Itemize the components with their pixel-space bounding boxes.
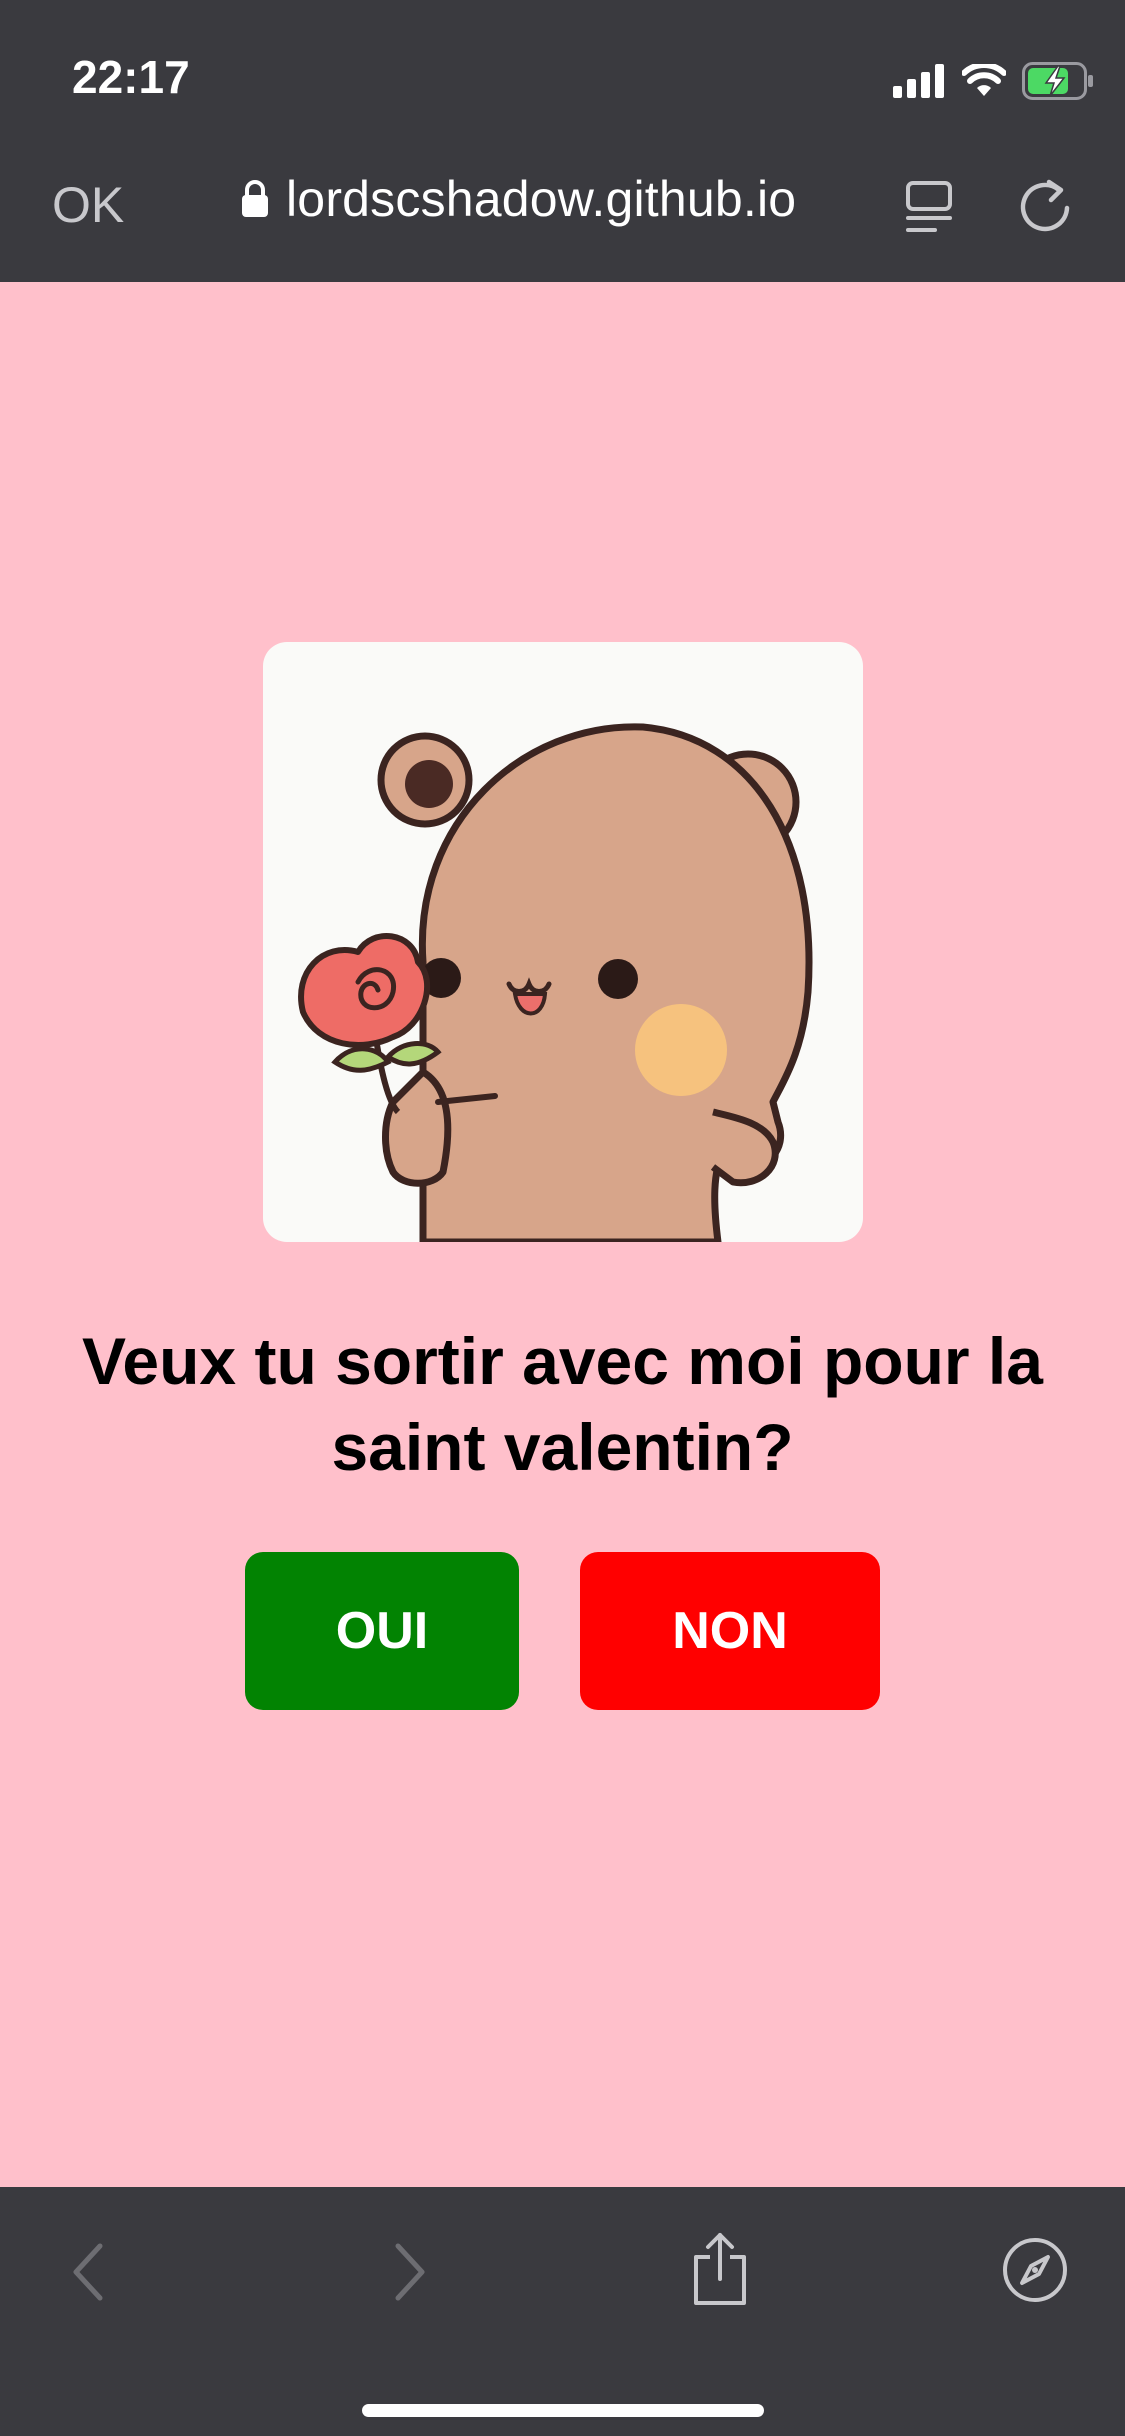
browser-toolbar xyxy=(0,2187,1125,2436)
browser-top-chrome: 22:17 OK lordscshadow.github.io xyxy=(0,0,1125,282)
url-text: lordscshadow.github.io xyxy=(286,171,797,227)
wifi-icon xyxy=(962,64,1006,96)
lock-icon xyxy=(242,180,268,217)
signal-icon xyxy=(893,64,944,98)
share-icon[interactable] xyxy=(690,2231,750,2307)
battery-charging-icon xyxy=(1022,62,1093,100)
bear-image xyxy=(263,642,863,1242)
done-button[interactable]: OK xyxy=(52,176,124,234)
no-button[interactable]: NON xyxy=(580,1552,880,1710)
yes-button[interactable]: OUI xyxy=(245,1552,519,1710)
reload-icon[interactable] xyxy=(1015,176,1075,236)
compass-icon[interactable] xyxy=(1002,2237,1068,2303)
status-time: 22:17 xyxy=(72,51,190,103)
home-indicator[interactable] xyxy=(362,2404,764,2417)
address-bar[interactable]: lordscshadow.github.io xyxy=(240,170,796,228)
bear-holding-rose-illustration xyxy=(298,723,813,1242)
page-content: Veux tu sortir avec moi pour la saint va… xyxy=(0,282,1125,2187)
reader-mode-icon[interactable] xyxy=(905,180,953,236)
forward-icon[interactable] xyxy=(390,2242,430,2302)
question-text: Veux tu sortir avec moi pour la saint va… xyxy=(82,1324,1043,1484)
back-icon[interactable] xyxy=(68,2242,108,2302)
